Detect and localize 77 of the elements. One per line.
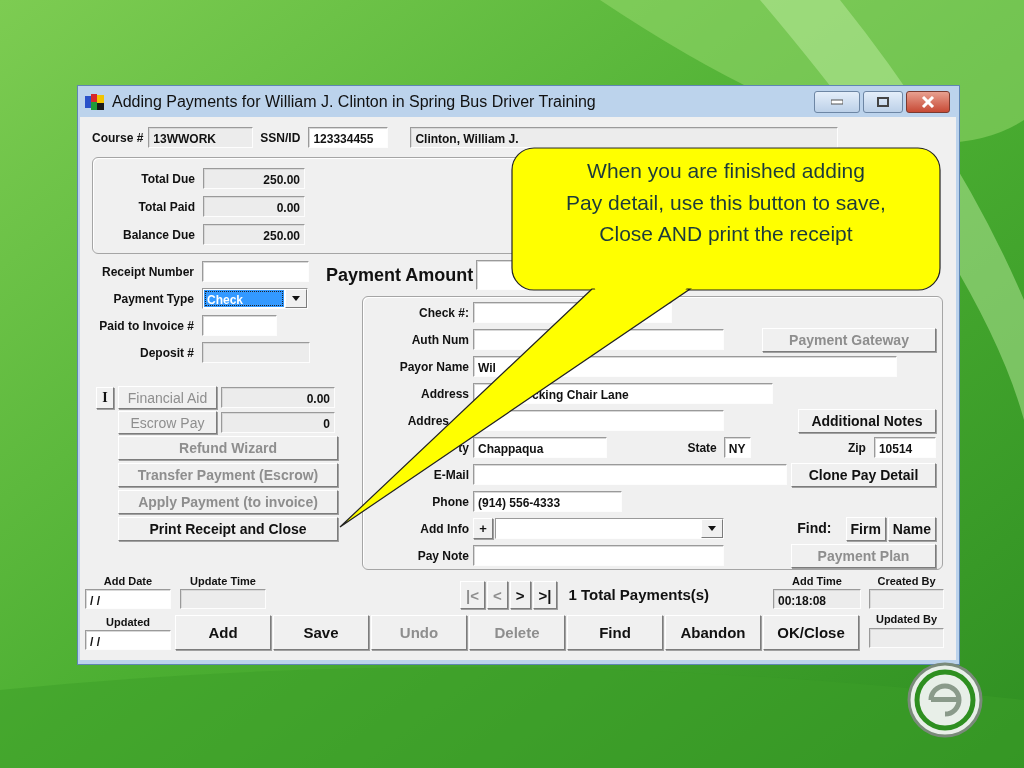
text-field[interactable]: / / [85,630,171,650]
toolbar-button[interactable]: Save [273,615,369,650]
text-field[interactable] [180,589,266,609]
text-field[interactable]: Chappaqua [473,437,607,458]
text-field[interactable]: 00:18:08 [773,589,861,609]
field-label: Addres [406,412,450,430]
text-field[interactable] [202,342,310,363]
maximize-button[interactable] [863,90,903,113]
text-field[interactable] [202,315,277,336]
field-label: Paid to Invoice # [98,317,195,335]
close-button[interactable] [906,90,950,113]
field-label: Zip [846,439,867,457]
add-button[interactable]: + [473,518,493,539]
text-field[interactable]: Clinton, William J. [410,127,839,148]
text-field[interactable]: / / [85,589,171,609]
field-label: State [686,439,718,457]
text-field[interactable]: 123334455 [308,127,389,148]
field-label: Payment Amount [326,263,475,287]
text-field[interactable]: 250.00 [203,168,305,189]
field-label: Add Date [103,573,153,589]
toolbar-button[interactable]: Find [567,615,663,650]
text-field[interactable] [473,464,787,485]
field-label: Course # [92,129,144,147]
field-label: Updated [106,614,150,630]
text-field[interactable]: 10514 [873,437,936,458]
field-label: Pay Note [416,547,470,565]
side-button[interactable]: Clone Pay Detail [791,462,936,487]
nav-button[interactable]: > [509,581,531,609]
text-field[interactable] [202,261,309,282]
text-field[interactable]: NY [723,437,751,458]
field-label: Balance Due [121,226,196,244]
text-field[interactable]: (914) 556-4333 [473,491,622,512]
field-label: Add Info [419,520,470,538]
find-label: Find: [797,519,832,538]
close-icon [921,95,935,108]
text-field[interactable]: 250.00 [203,224,305,245]
text-field[interactable] [869,589,944,609]
caret-icon [292,296,300,301]
text-field[interactable] [473,545,724,566]
field-label: Created By [877,573,936,589]
logo-icon [905,660,985,740]
field-label: Deposit # [139,344,195,362]
field-label: SSN/ID [260,129,301,147]
record-count: 1 Total Payments(s) [568,584,710,605]
field-label: Address [419,385,470,403]
dropdown-button[interactable] [701,519,723,538]
text-field[interactable]: 13WWORK [148,127,254,148]
field-label: Check #: [417,304,470,322]
minimize-icon [831,98,843,105]
side-button[interactable]: Additional Notes [798,408,936,433]
toolbar-button[interactable]: OK/Close [763,615,859,650]
field-label: E-Mail [432,466,470,484]
field-label: Total Due [140,170,196,188]
field-label: Auth Num [410,331,470,349]
text-field[interactable]: 0.00 [203,196,305,217]
app-icon [84,91,106,112]
caret-icon [708,526,716,531]
action-button[interactable]: Print Receipt and Close [118,517,338,541]
field-label: Update Time [190,573,256,589]
field-label: Updated By [875,612,938,627]
text-field[interactable] [869,627,944,648]
toolbar-button[interactable]: Add [175,615,271,650]
dropdown-field[interactable] [495,518,724,539]
field-label: Payment Type [112,290,195,308]
toolbar-button[interactable]: Abandon [665,615,761,650]
field-label: Phone [431,493,470,511]
field-label: Receipt Number [100,263,195,281]
window-title: Adding Payments for William J. Clinton in Spring Bus Driver Training [112,91,596,112]
firm-button[interactable]: Firm [845,516,886,541]
name-button[interactable]: Name [887,516,936,541]
field-label: Add Time [792,573,842,589]
dropdown-button[interactable] [285,289,307,308]
maximize-icon [877,96,889,107]
callout-text: When you are finished adding Pay detail, use this button to save, Close AND print the receipt [565,158,887,247]
field-label: Total Paid [137,198,196,216]
nav-button[interactable]: >| [532,581,558,609]
field-label: Payor Name [398,358,470,376]
